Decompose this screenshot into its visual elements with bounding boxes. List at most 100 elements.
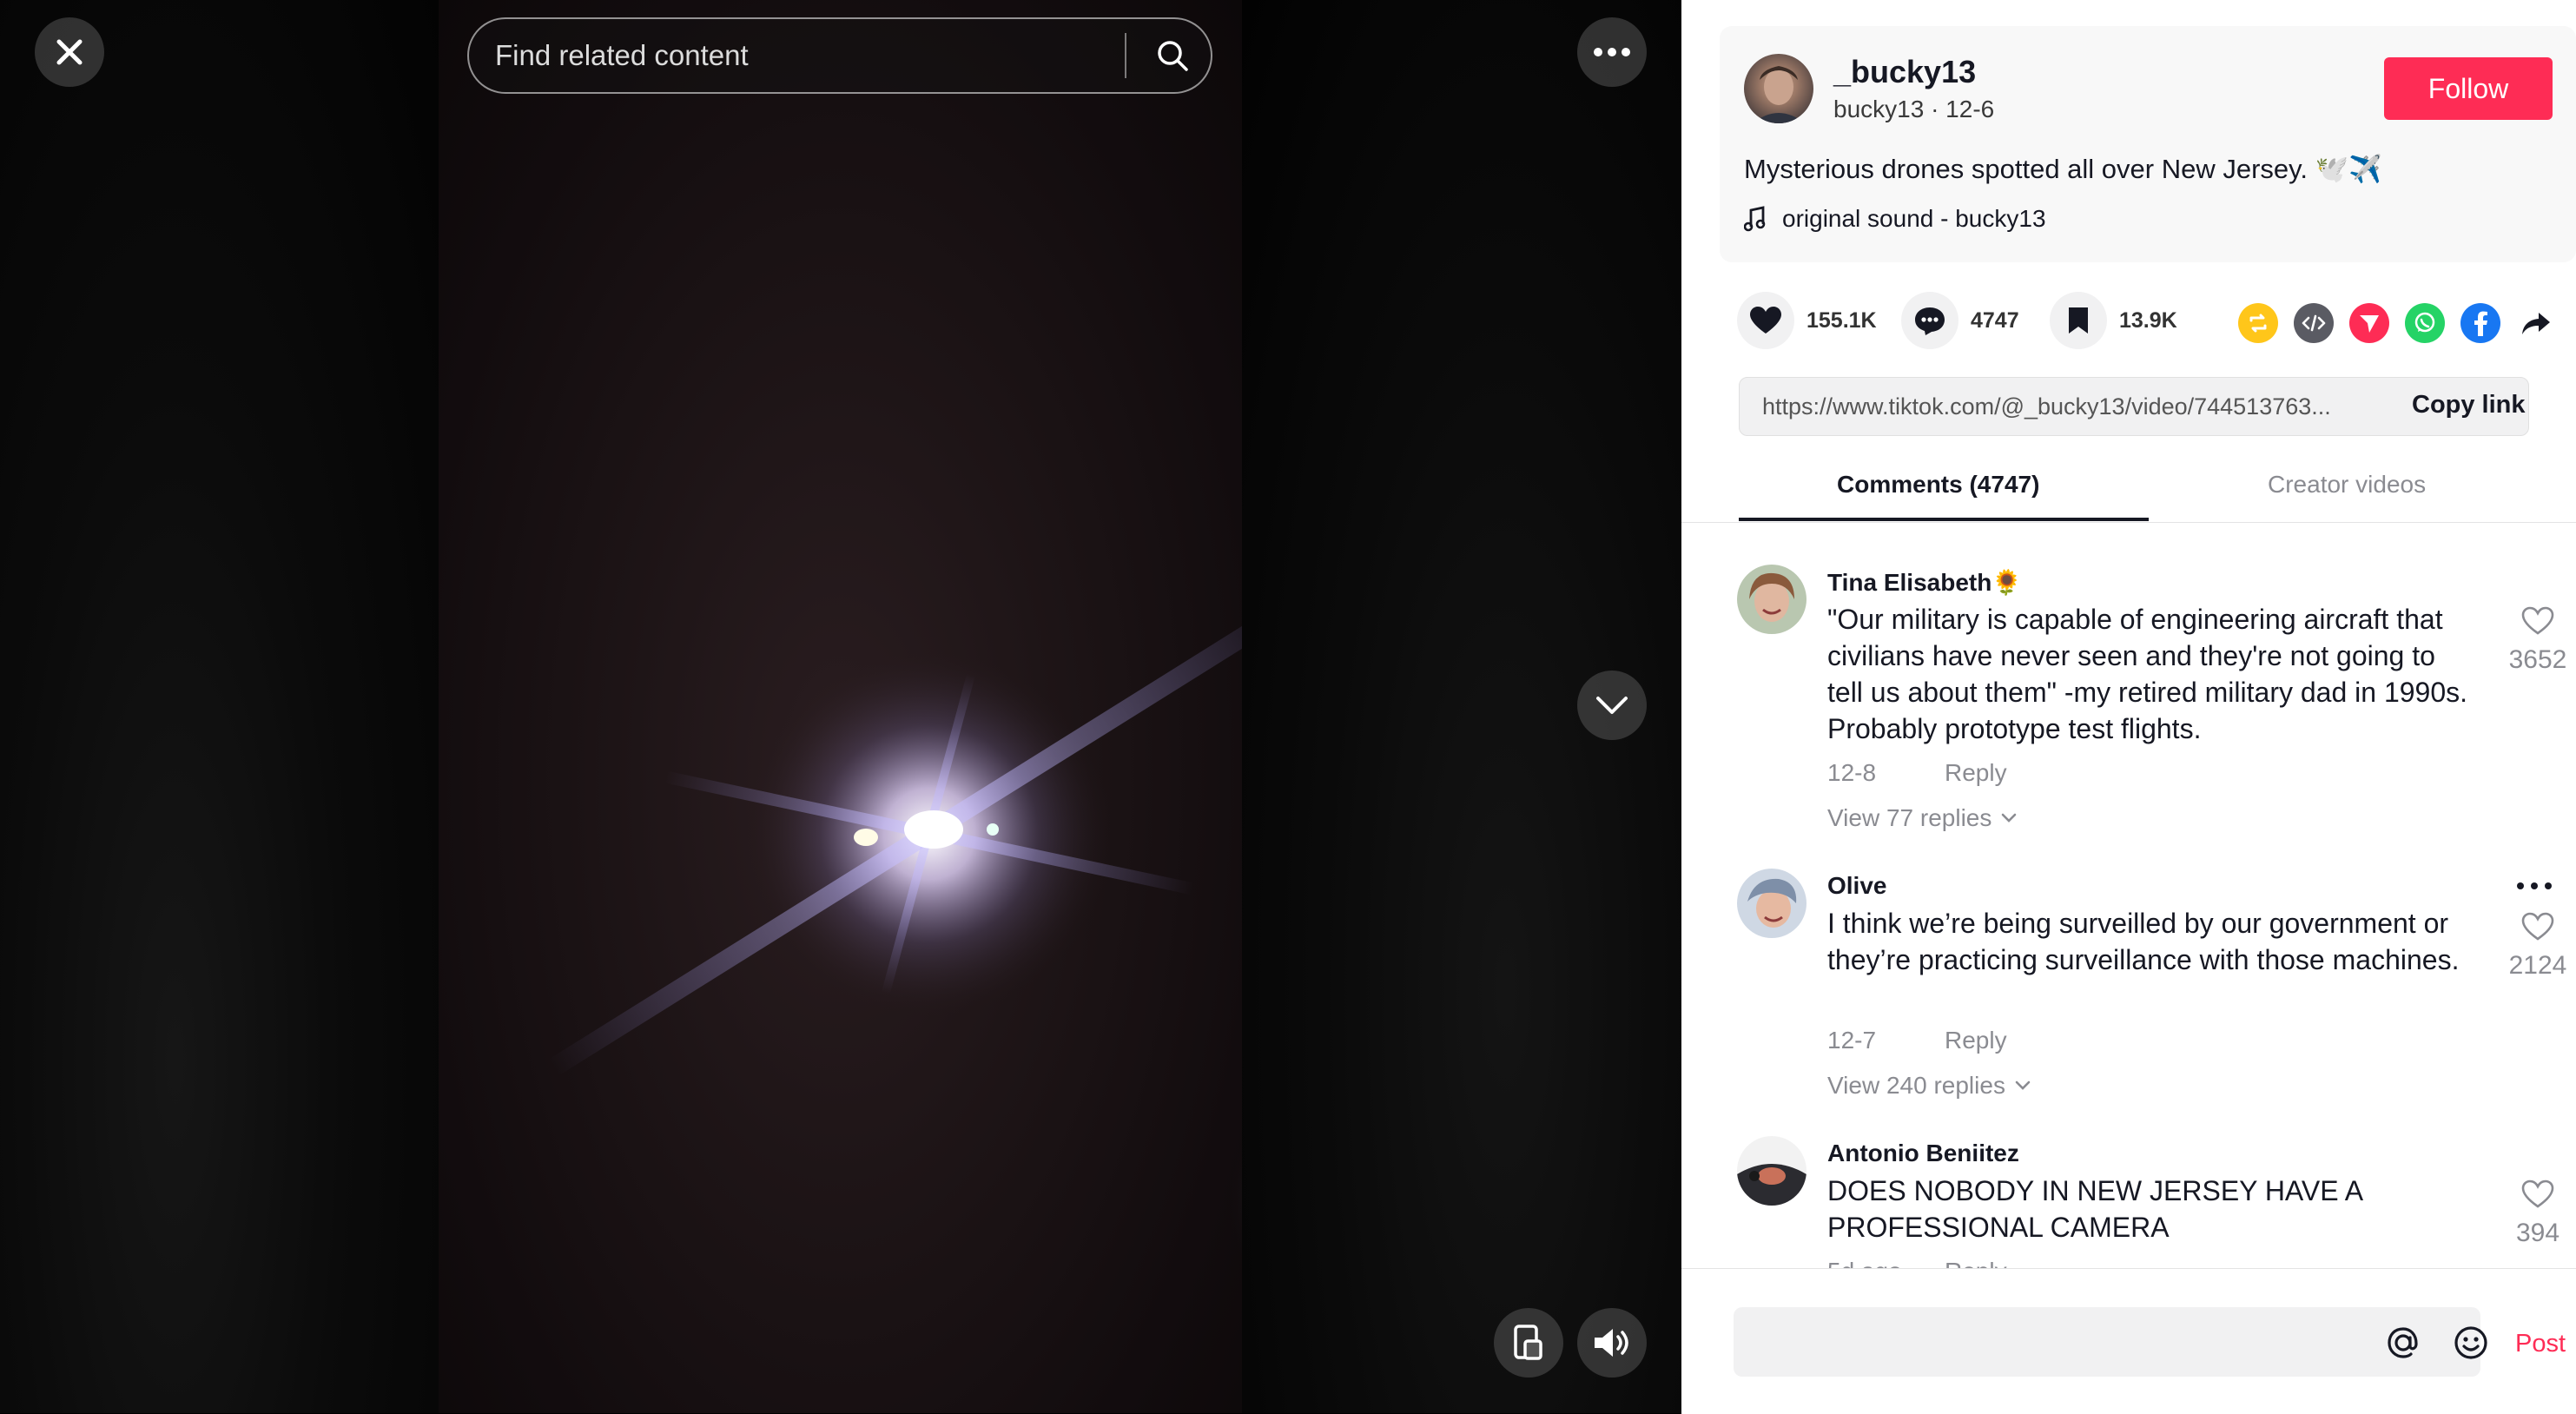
heart-icon (1750, 307, 1781, 334)
comment-composer: Post (1681, 1268, 2576, 1414)
send-to-friends-button[interactable] (2349, 303, 2389, 343)
close-icon (56, 39, 83, 65)
comment-like-count: 394 (2515, 1219, 2560, 1247)
post-button[interactable]: Post (2515, 1330, 2566, 1358)
comment-date: 12-7 (1827, 1027, 1877, 1054)
facebook-button[interactable] (2460, 303, 2500, 343)
share-arrow-icon (2522, 313, 2550, 334)
bookmark-icon (2069, 307, 2088, 334)
more-share-button[interactable] (2516, 303, 2556, 343)
chevron-down-icon (1596, 697, 1628, 714)
reply-button[interactable]: Reply (1945, 1258, 2007, 1268)
video-frame (548, 590, 1242, 1270)
close-button[interactable] (35, 17, 104, 87)
avatar-image (1737, 869, 1807, 938)
mention-button[interactable] (2383, 1323, 2423, 1363)
search-button[interactable] (1138, 19, 1207, 92)
more-options-button[interactable] (1577, 17, 1647, 87)
chevron-down-icon (2002, 813, 2017, 823)
search-divider (1125, 33, 1126, 78)
search-input[interactable] (495, 19, 1051, 92)
comment-username[interactable]: Olive (1827, 872, 1886, 900)
view-replies-button[interactable]: View 77 replies (1827, 804, 2018, 832)
like-stat[interactable]: 155.1K (1737, 292, 1877, 349)
comment-count: 4747 (1971, 307, 2019, 333)
video-link-box: https://www.tiktok.com/@_bucky13/video/7… (1739, 377, 2529, 436)
video-url: https://www.tiktok.com/@_bucky13/video/7… (1762, 393, 2331, 420)
avatar-image (1753, 66, 1805, 123)
tab-comments[interactable]: Comments (4747) (1837, 471, 2039, 499)
repost-icon (2249, 314, 2267, 333)
blurred-background-left (0, 0, 439, 1413)
avatar[interactable] (1737, 565, 1807, 634)
search-box[interactable] (467, 17, 1212, 94)
send-icon (2360, 315, 2379, 333)
avatar[interactable] (1737, 1136, 1807, 1206)
search-icon (1158, 41, 1188, 71)
comment-input[interactable] (1754, 1307, 2348, 1378)
floating-player-icon (1514, 1325, 1542, 1360)
comment-stat[interactable]: 4747 (1901, 292, 2019, 349)
tab-creator-videos[interactable]: Creator videos (2268, 471, 2426, 499)
video-player[interactable] (439, 0, 1242, 1413)
comment-like-button[interactable]: 3652 (2503, 606, 2573, 675)
comment-like-button[interactable]: 394 (2503, 1179, 2573, 1248)
drone-light (548, 590, 1242, 1076)
details-panel: _bucky13 bucky13 · 12-6 Follow Mysteriou… (1681, 0, 2576, 1414)
comment-more-button[interactable] (2515, 862, 2553, 898)
volume-icon (1595, 1329, 1628, 1357)
author-display-name[interactable]: _bucky13 (1833, 54, 1976, 90)
embed-button[interactable] (2294, 303, 2334, 343)
copy-link-button[interactable]: Copy link (2412, 391, 2526, 420)
music-note-icon (1744, 206, 1766, 232)
comment-like-count: 3652 (2508, 645, 2567, 674)
comment-text: DOES NOBODY IN NEW JERSEY HAVE A PROFESS… (1827, 1175, 2362, 1243)
comment-list[interactable]: Tina Elisabeth🌻 "Our military is capable… (1681, 523, 2576, 1268)
video-caption: Mysterious drones spotted all over New J… (1744, 154, 2382, 184)
comment-username[interactable]: Tina Elisabeth🌻 (1827, 568, 2022, 597)
chevron-down-icon (2015, 1080, 2031, 1090)
emoji-icon (2454, 1326, 2487, 1359)
sound-name: original sound - bucky13 (1782, 205, 2046, 232)
sound-link[interactable]: original sound - bucky13 (1744, 205, 2046, 233)
at-sign-icon (2388, 1327, 2418, 1358)
floating-player-button[interactable] (1494, 1308, 1563, 1378)
comment-date: 5d ago (1827, 1258, 1902, 1268)
save-button[interactable] (2050, 292, 2107, 349)
save-stat[interactable]: 13.9K (2050, 292, 2177, 349)
more-horizontal-icon (1594, 48, 1630, 56)
author-username-date: bucky13 · 12-6 (1833, 96, 1995, 122)
reply-button[interactable]: Reply (1945, 1027, 2007, 1054)
comment-like-button[interactable]: 2124 (2503, 912, 2573, 981)
avatar[interactable] (1737, 869, 1807, 938)
avatar[interactable] (1744, 54, 1813, 123)
save-count: 13.9K (2119, 307, 2177, 333)
heart-outline-icon (2521, 606, 2554, 635)
avatar-image (1737, 565, 1807, 634)
facebook-icon (2474, 311, 2487, 336)
reply-button[interactable]: Reply (1945, 759, 2007, 787)
heart-outline-icon (2521, 912, 2554, 941)
like-button[interactable] (1737, 292, 1794, 349)
view-replies-label: View 240 replies (1827, 1072, 2005, 1099)
whatsapp-button[interactable] (2405, 303, 2445, 343)
like-count: 155.1K (1807, 307, 1877, 333)
comment-text: "Our military is capable of engineering … (1827, 604, 2468, 744)
video-stage (0, 0, 1681, 1413)
active-tab-indicator (1739, 518, 2149, 521)
heart-outline-icon (2521, 1179, 2554, 1208)
embed-icon (2302, 314, 2326, 332)
view-replies-label: View 77 replies (1827, 804, 1992, 831)
comment-username[interactable]: Antonio Beniitez (1827, 1140, 2019, 1167)
next-video-button[interactable] (1577, 671, 1647, 740)
follow-button[interactable]: Follow (2384, 57, 2553, 120)
view-replies-button[interactable]: View 240 replies (1827, 1072, 2031, 1100)
repost-button[interactable] (2238, 303, 2278, 343)
more-horizontal-icon (2517, 882, 2552, 889)
comment-date: 12-8 (1827, 759, 1877, 786)
emoji-button[interactable] (2451, 1323, 2491, 1363)
comment-input-box[interactable] (1734, 1307, 2487, 1378)
volume-button[interactable] (1577, 1308, 1647, 1378)
comment-button[interactable] (1901, 292, 1958, 349)
avatar-image (1737, 1136, 1807, 1206)
